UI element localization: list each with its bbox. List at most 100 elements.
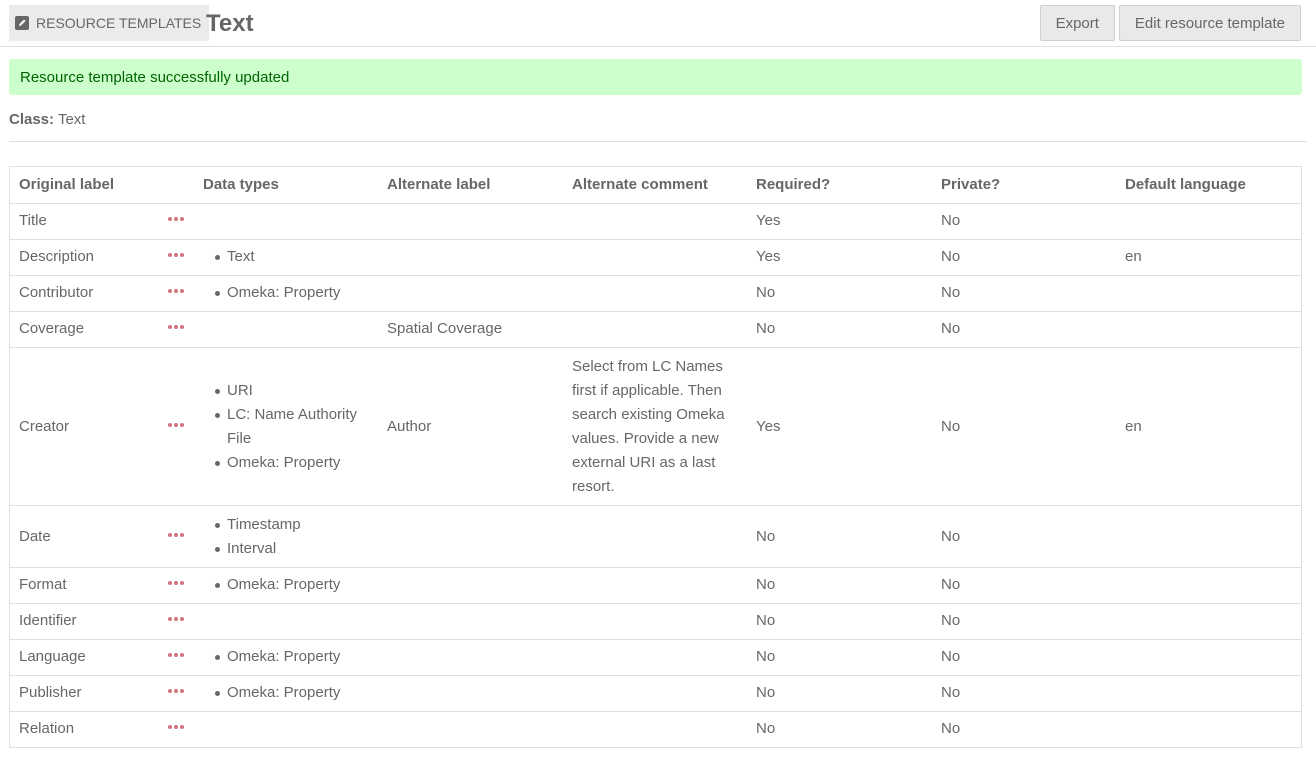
actions-cell (158, 567, 194, 604)
more-actions-icon[interactable] (168, 325, 184, 330)
alternate-label (378, 639, 563, 676)
table-row: Publisher Omeka: Property No No (10, 675, 1301, 712)
alternate-comment (563, 311, 747, 348)
data-type-item: Omeka: Property (215, 281, 369, 305)
actions-cell (158, 275, 194, 312)
more-actions-icon[interactable] (168, 689, 184, 694)
col-actions (158, 167, 194, 204)
table-row: Coverage Spatial Coverage No No (10, 311, 1301, 348)
data-types: Omeka: Property (194, 675, 378, 712)
alternate-label (378, 275, 563, 312)
private-value: No (932, 347, 1116, 506)
default-language-value (1116, 275, 1301, 312)
col-alternate-label: Alternate label (378, 167, 563, 204)
data-types-list: Omeka: Property (203, 281, 369, 305)
data-types (194, 203, 378, 240)
data-types (194, 311, 378, 348)
private-value: No (932, 567, 1116, 604)
alternate-label: Author (378, 347, 563, 506)
table-row: Language Omeka: Property No No (10, 639, 1301, 676)
required-value: No (747, 711, 932, 748)
required-value: No (747, 567, 932, 604)
required-value: Yes (747, 239, 932, 276)
table-body: Title Yes No Description Text Yes No en Contribu… (10, 203, 1301, 748)
alternate-label (378, 603, 563, 640)
edit-icon (15, 16, 29, 30)
table-row: Creator URI LC: Name Authority File Omeka: … (10, 347, 1301, 506)
alternate-comment (563, 603, 747, 640)
default-language-value (1116, 567, 1301, 604)
alternate-comment: Select from LC Names first if applicable… (563, 347, 747, 506)
default-language-value (1116, 711, 1301, 748)
page-title: Text (206, 10, 254, 37)
private-value: No (932, 603, 1116, 640)
more-actions-icon[interactable] (168, 725, 184, 730)
data-types (194, 711, 378, 748)
required-value: No (747, 275, 932, 312)
actions-cell (158, 711, 194, 748)
data-types: Timestamp Interval (194, 505, 378, 568)
data-types: URI LC: Name Authority File Omeka: Propert… (194, 347, 378, 506)
more-actions-icon[interactable] (168, 581, 184, 586)
private-value: No (932, 675, 1116, 712)
default-language-value: en (1116, 239, 1301, 276)
page-header: Resource Templates Text Export Edit reso… (0, 0, 1316, 47)
properties-table-wrapper: Original label Data types Alternate labe… (9, 166, 1302, 748)
table-row: Date Timestamp Interval No No (10, 505, 1301, 568)
alternate-label (378, 711, 563, 748)
alternate-label (378, 567, 563, 604)
required-value: Yes (747, 203, 932, 240)
data-types-list: Omeka: Property (203, 645, 369, 669)
actions-cell (158, 347, 194, 506)
original-label: Description (10, 239, 158, 276)
actions-cell (158, 311, 194, 348)
data-type-item: Omeka: Property (215, 645, 369, 669)
original-label: Language (10, 639, 158, 676)
original-label: Title (10, 203, 158, 240)
data-type-item: Text (215, 245, 369, 269)
data-types-list: Omeka: Property (203, 681, 369, 705)
more-actions-icon[interactable] (168, 289, 184, 294)
more-actions-icon[interactable] (168, 253, 184, 258)
data-type-item: Omeka: Property (215, 573, 369, 597)
data-types-list: Timestamp Interval (203, 513, 369, 561)
table-header-row: Original label Data types Alternate labe… (10, 167, 1301, 204)
original-label: Creator (10, 347, 158, 506)
breadcrumb-label: Resource Templates (36, 15, 202, 31)
data-types-list: URI LC: Name Authority File Omeka: Propert… (203, 379, 369, 475)
table-row: Format Omeka: Property No No (10, 567, 1301, 604)
export-button[interactable]: Export (1039, 5, 1115, 41)
data-types-list: Omeka: Property (203, 573, 369, 597)
data-type-item: Omeka: Property (215, 681, 369, 705)
success-message: Resource template successfully updated (9, 59, 1302, 95)
breadcrumb-resource-templates[interactable]: Resource Templates (9, 5, 210, 41)
more-actions-icon[interactable] (168, 217, 184, 222)
more-actions-icon[interactable] (168, 422, 184, 427)
required-value: Yes (747, 347, 932, 506)
original-label: Publisher (10, 675, 158, 712)
default-language-value (1116, 675, 1301, 712)
more-actions-icon[interactable] (168, 653, 184, 658)
table-row: Identifier No No (10, 603, 1301, 640)
more-actions-icon[interactable] (168, 532, 184, 537)
edit-resource-template-button[interactable]: Edit resource template (1118, 5, 1301, 41)
default-language-value (1116, 311, 1301, 348)
actions-cell (158, 603, 194, 640)
alternate-label: Spatial Coverage (378, 311, 563, 348)
table-row: Contributor Omeka: Property No No (10, 275, 1301, 312)
actions-cell (158, 203, 194, 240)
more-actions-icon[interactable] (168, 617, 184, 622)
alternate-comment (563, 711, 747, 748)
default-language-value: en (1116, 347, 1301, 506)
table-row: Title Yes No (10, 203, 1301, 240)
original-label: Identifier (10, 603, 158, 640)
required-value: No (747, 603, 932, 640)
default-language-value (1116, 203, 1301, 240)
alternate-comment (563, 203, 747, 240)
original-label: Format (10, 567, 158, 604)
data-types: Omeka: Property (194, 639, 378, 676)
alternate-label (378, 675, 563, 712)
alternate-comment (563, 675, 747, 712)
alternate-label (378, 203, 563, 240)
data-types-list: Text (203, 245, 369, 269)
